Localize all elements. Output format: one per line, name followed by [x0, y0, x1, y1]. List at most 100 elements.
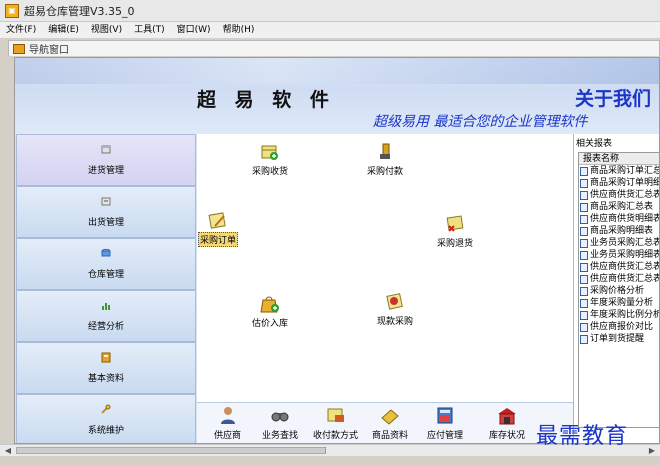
- calculator-icon: [437, 407, 453, 424]
- report-item[interactable]: 采购价格分析: [579, 285, 659, 297]
- app-icon: ▣: [5, 3, 19, 18]
- report-item[interactable]: 供应商报价对比: [579, 321, 659, 333]
- menu-edit[interactable]: 编辑(E): [42, 22, 85, 38]
- report-item[interactable]: 供应商供货明细表: [579, 213, 659, 225]
- related-reports-panel: 相关报表 报表名称 商品采购订单汇总 商品采购订单明细 供应商供货汇总表 商品采…: [573, 134, 659, 443]
- scroll-grip-icon: ⋮: [322, 446, 329, 454]
- menu-window[interactable]: 窗口(W): [171, 22, 217, 38]
- menu-view[interactable]: 视图(V): [85, 22, 128, 38]
- sidebar-item-sales[interactable]: 出货管理: [16, 186, 196, 238]
- return-goods-icon: [446, 215, 464, 232]
- nav-window-icon: [13, 43, 25, 54]
- reports-section-title: 相关报表: [576, 139, 613, 149]
- tool-payables[interactable]: 应付管理: [427, 406, 463, 441]
- report-item[interactable]: 业务员采购汇总表: [579, 237, 659, 249]
- sidebar-item-label: 基本资料: [87, 374, 124, 384]
- report-item[interactable]: 商品采购订单汇总: [579, 165, 659, 177]
- flow-node-label: 采购订单: [198, 232, 239, 247]
- report-item[interactable]: 年度采购比例分析: [579, 309, 659, 321]
- flow-purchase-receive[interactable]: 采购收货: [252, 142, 288, 177]
- report-item[interactable]: 商品采购汇总表: [579, 201, 659, 213]
- banner-brand: 超 易 软 件: [197, 89, 335, 111]
- person-icon: [220, 407, 235, 424]
- report-doc-icon: [580, 226, 588, 236]
- flow-node-label: 现款采购: [377, 317, 414, 327]
- book-icon: [101, 352, 111, 363]
- report-doc-icon: [580, 286, 588, 296]
- watermark: 最需教育: [536, 424, 629, 449]
- tool-label: 业务查找: [262, 431, 299, 441]
- scroll-thumb[interactable]: [16, 447, 326, 454]
- binoculars-icon: [271, 412, 289, 422]
- flow-purchase-return[interactable]: 采购退货: [437, 214, 473, 249]
- sidebar-item-label: 系统维护: [87, 426, 124, 436]
- sidebar-item-analysis[interactable]: 经营分析: [16, 290, 196, 342]
- receive-goods-icon: [261, 145, 278, 160]
- workflow-canvas: 采购收货 采购付款 采购订单 采购退货 估价入库 现款采购: [197, 134, 573, 402]
- report-doc-icon: [580, 262, 588, 272]
- report-item[interactable]: 订单到货提醒: [579, 333, 659, 345]
- sidebar-item-basic-data[interactable]: 基本资料: [16, 342, 196, 394]
- title-bar: ▣ 超易仓库管理V3.35_0: [0, 0, 660, 22]
- flow-node-label: 采购收货: [252, 167, 289, 177]
- menu-file[interactable]: 文件(F): [0, 22, 42, 38]
- module-sidebar: 进货管理 出货管理 仓库管理 经营分析 基本资料 系统维护: [15, 134, 197, 443]
- nav-window-title: 导航窗口: [29, 45, 69, 56]
- flow-estimate-stock-in[interactable]: 估价入库: [252, 294, 288, 329]
- report-doc-icon: [580, 166, 588, 176]
- report-doc-icon: [580, 190, 588, 200]
- flow-cash-purchase[interactable]: 现款采购: [377, 292, 413, 327]
- report-doc-icon: [580, 202, 588, 212]
- app-window: ▣ 超易仓库管理V3.35_0 文件(F) 编辑(E) 视图(V) 工具(T) …: [0, 0, 660, 465]
- scroll-right-icon[interactable]: ▶: [646, 445, 658, 456]
- banner-background: [15, 58, 659, 84]
- reports-list: 报表名称 商品采购订单汇总 商品采购订单明细 供应商供货汇总表 商品采购汇总表 …: [578, 152, 659, 428]
- tool-stock-status[interactable]: 库存状况: [489, 406, 525, 441]
- report-item[interactable]: 供应商供货汇总表: [579, 273, 659, 285]
- report-item[interactable]: 年度采购量分析: [579, 297, 659, 309]
- report-item[interactable]: 供应商供货汇总表: [579, 189, 659, 201]
- tool-label: 应付管理: [427, 431, 464, 441]
- warehouse-icon: [101, 248, 111, 257]
- report-doc-icon: [580, 178, 588, 188]
- bar-chart-icon: [102, 303, 110, 310]
- report-doc-icon: [580, 334, 588, 344]
- menu-bar: 文件(F) 编辑(E) 视图(V) 工具(T) 窗口(W) 帮助(H): [0, 22, 660, 38]
- report-item[interactable]: 业务员采购明细表: [579, 249, 659, 261]
- tool-payment-method[interactable]: 收付款方式: [313, 406, 358, 441]
- banner-slogan: 超级易用 最适合您的企业管理软件: [373, 114, 588, 130]
- sidebar-item-purchase[interactable]: 进货管理: [16, 134, 196, 186]
- tool-label: 供应商: [214, 431, 242, 441]
- sidebar-item-label: 仓库管理: [87, 270, 124, 280]
- menu-help[interactable]: 帮助(H): [217, 22, 261, 38]
- flow-purchase-order[interactable]: 采购订单: [198, 210, 239, 247]
- menu-tools[interactable]: 工具(T): [128, 22, 171, 38]
- flow-purchase-pay[interactable]: 采购付款: [367, 142, 403, 177]
- tool-label: 收付款方式: [313, 431, 359, 441]
- tool-goods-info[interactable]: 商品资料: [372, 406, 408, 441]
- flow-node-label: 采购付款: [367, 167, 404, 177]
- reports-column-header[interactable]: 报表名称: [579, 153, 659, 165]
- nav-window-tab[interactable]: 导航窗口: [8, 40, 660, 56]
- sidebar-item-label: 出货管理: [87, 218, 124, 228]
- cash-purchase-icon: [386, 293, 403, 310]
- sidebar-item-label: 进货管理: [87, 166, 124, 176]
- tool-business-search[interactable]: 业务查找: [262, 406, 298, 441]
- sidebar-item-maintenance[interactable]: 系统维护: [16, 394, 196, 443]
- tool-supplier[interactable]: 供应商: [214, 406, 241, 441]
- stock-in-bag-icon: [260, 296, 279, 313]
- tool-label: 库存状况: [489, 431, 526, 441]
- sidebar-item-warehouse[interactable]: 仓库管理: [16, 238, 196, 290]
- quick-tools-bar: 供应商 业务查找 收付款方式 商品资料 应付管理 库存状况: [197, 402, 573, 443]
- report-doc-icon: [580, 250, 588, 260]
- status-bar: [0, 456, 660, 465]
- flow-node-label: 采购退货: [437, 239, 474, 249]
- report-doc-icon: [580, 310, 588, 320]
- report-item[interactable]: 商品采购订单明细: [579, 177, 659, 189]
- about-us-link[interactable]: 关于我们: [575, 84, 651, 111]
- report-item[interactable]: 商品采购明细表: [579, 225, 659, 237]
- scroll-left-icon[interactable]: ◀: [2, 445, 14, 456]
- purchase-box-icon: [101, 145, 111, 154]
- report-doc-icon: [580, 214, 588, 224]
- report-item[interactable]: 供应商供货汇总表: [579, 261, 659, 273]
